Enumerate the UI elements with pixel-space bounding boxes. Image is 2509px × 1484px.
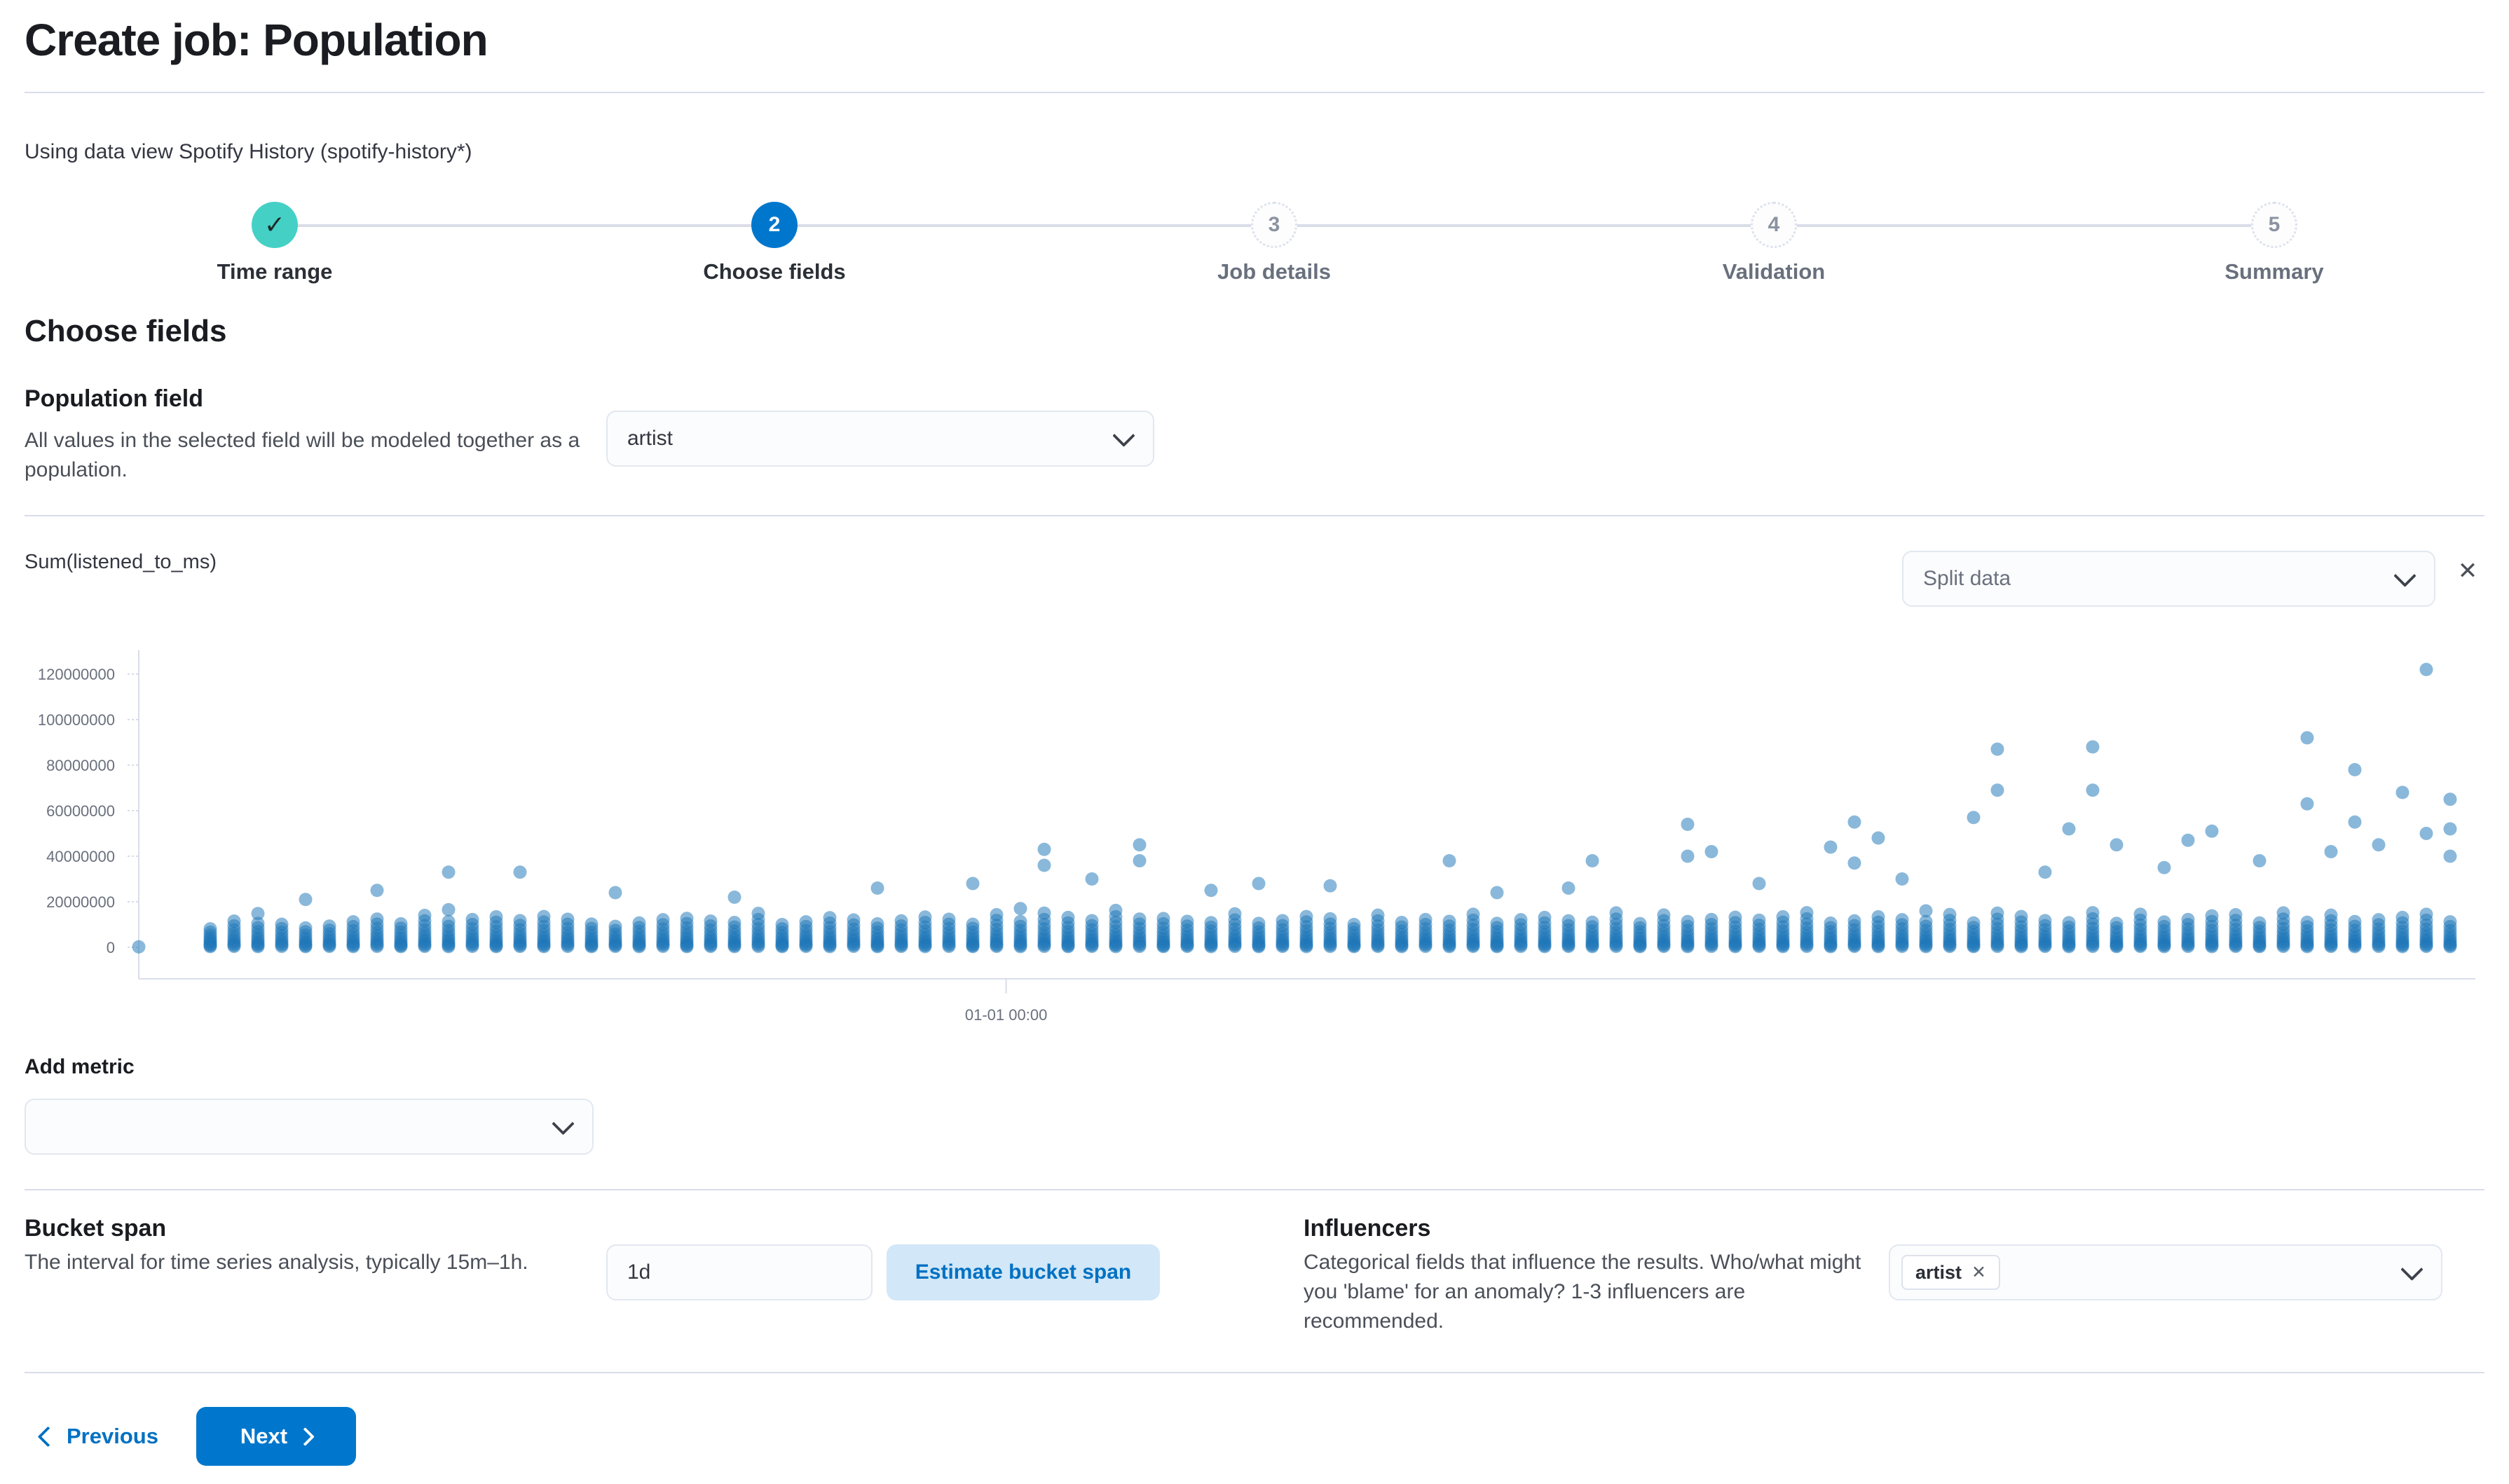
- bucket-span-input[interactable]: [606, 1244, 873, 1300]
- step-label: Time range: [217, 259, 333, 284]
- footer-divider: [25, 1372, 2484, 1373]
- bucket-span-description: The interval for time series analysis, t…: [25, 1248, 620, 1277]
- stepper-step-choose-fields[interactable]: 2 Choose fields: [620, 202, 929, 284]
- close-icon[interactable]: ✕: [2450, 554, 2485, 589]
- remove-influencer-icon[interactable]: ✕: [1971, 1262, 1986, 1283]
- chevron-down-icon: [552, 1113, 575, 1136]
- step-label: Job details: [1217, 259, 1331, 284]
- svg-text:40000000: 40000000: [46, 848, 115, 865]
- population-field-label: Population field: [25, 385, 203, 413]
- split-data-placeholder: Split data: [1923, 567, 2011, 591]
- population-divider: [25, 515, 2484, 516]
- stepper-step-summary: 5 Summary: [2120, 202, 2428, 284]
- population-field-value: artist: [627, 427, 673, 451]
- step-number[interactable]: 2: [751, 202, 798, 248]
- chevron-down-icon: [2393, 565, 2416, 588]
- population-field-description: All values in the selected field will be…: [25, 426, 617, 485]
- add-metric-label: Add metric: [25, 1055, 135, 1079]
- svg-text:100000000: 100000000: [38, 711, 115, 729]
- population-field-select[interactable]: artist: [606, 411, 1154, 467]
- chevron-right-icon: [296, 1427, 315, 1446]
- stepper-step-job-details: 3 Job details: [1120, 202, 1428, 284]
- split-data-select[interactable]: Split data: [1902, 551, 2435, 607]
- svg-text:0: 0: [107, 939, 115, 956]
- svg-text:60000000: 60000000: [46, 802, 115, 820]
- svg-text:01-01 00:00: 01-01 00:00: [965, 1006, 1047, 1023]
- influencers-select[interactable]: artist ✕: [1889, 1244, 2442, 1300]
- influencers-description: Categorical fields that influence the re…: [1304, 1248, 1878, 1336]
- data-view-info: Using data view Spotify History (spotify…: [25, 140, 472, 164]
- previous-button[interactable]: Previous: [41, 1424, 158, 1449]
- page-title: Create job: Population: [25, 14, 488, 66]
- svg-text:80000000: 80000000: [46, 757, 115, 774]
- estimate-bucket-span-button[interactable]: Estimate bucket span: [887, 1244, 1160, 1300]
- population-scatter-chart: 0 20000000 40000000 60000000 80000000 1000000…: [0, 631, 2509, 1023]
- influencer-tag-label: artist: [1915, 1262, 1962, 1284]
- chevron-down-icon: [2400, 1258, 2423, 1282]
- step-label: Summary: [2224, 259, 2323, 284]
- next-label: Next: [240, 1424, 287, 1449]
- step-number: 5: [2251, 202, 2297, 248]
- title-divider: [25, 92, 2484, 93]
- check-icon[interactable]: ✓: [252, 202, 298, 248]
- section-heading-choose-fields: Choose fields: [25, 314, 227, 349]
- next-button[interactable]: Next: [196, 1407, 356, 1466]
- svg-text:20000000: 20000000: [46, 893, 115, 911]
- chevron-left-icon: [38, 1426, 59, 1447]
- add-metric-divider: [25, 1189, 2484, 1190]
- svg-text:120000000: 120000000: [38, 666, 115, 683]
- step-number: 3: [1251, 202, 1297, 248]
- create-job-page: Create job: Population Using data view S…: [0, 0, 2509, 1484]
- step-label: Validation: [1723, 259, 1825, 284]
- add-metric-select[interactable]: [25, 1099, 594, 1155]
- previous-label: Previous: [67, 1424, 158, 1449]
- influencers-label: Influencers: [1304, 1215, 1430, 1242]
- chevron-down-icon: [1112, 425, 1135, 448]
- step-number: 4: [1751, 202, 1797, 248]
- influencer-tag-artist[interactable]: artist ✕: [1901, 1255, 2000, 1290]
- step-label: Choose fields: [703, 259, 845, 284]
- bucket-span-label: Bucket span: [25, 1215, 166, 1242]
- stepper-step-validation: 4 Validation: [1620, 202, 1928, 284]
- stepper-step-time-range[interactable]: ✓ Time range: [121, 202, 429, 284]
- metric-title: Sum(listened_to_ms): [25, 551, 217, 574]
